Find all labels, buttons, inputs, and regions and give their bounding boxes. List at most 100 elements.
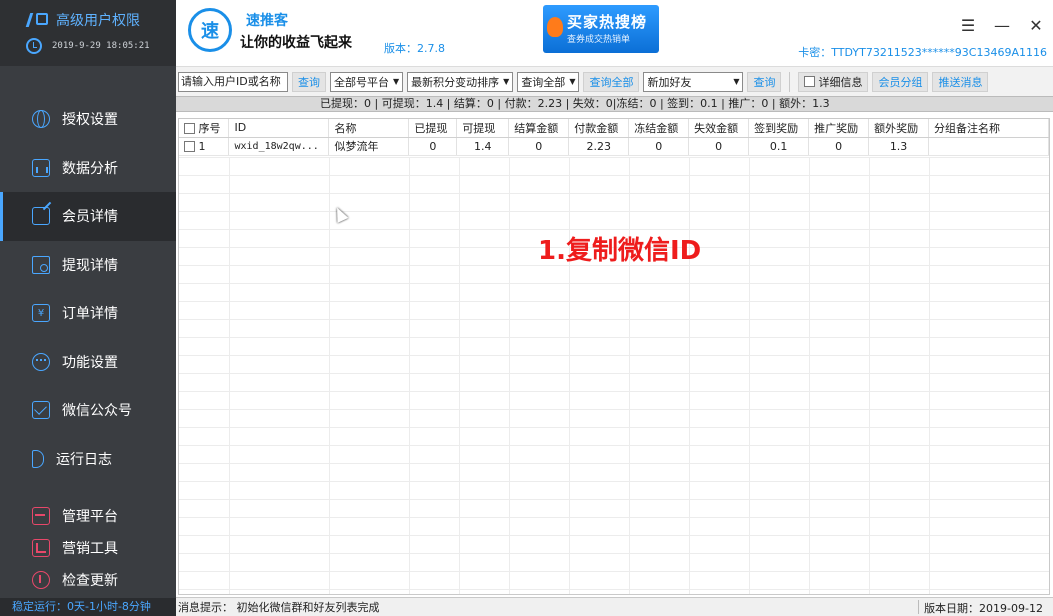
wechat-icon [32, 352, 50, 371]
query-all-button[interactable]: 查询全部 [583, 71, 640, 92]
row-settled[interactable]: 0 [508, 137, 570, 156]
summary-bar: 已提现：0 | 可提现：1.4 | 结算：0 | 付款：2.23 | 失效：0|… [176, 96, 1053, 112]
row-paid[interactable]: 2.23 [568, 137, 630, 156]
col-header-frozen[interactable]: 冻结金额 [628, 119, 690, 138]
globe-icon [32, 110, 50, 129]
member-table[interactable]: 序号 ID 名称 已提现 可提现 结算金额 付款金额 冻结金额 失效金额 签到奖… [178, 118, 1050, 595]
tools-icon [32, 539, 50, 557]
sidebar-tools: 管理平台 营销工具 检查更新 [0, 500, 176, 596]
row-withdrawable[interactable]: 1.4 [456, 137, 510, 156]
col-header-group-note[interactable]: 分组备注名称 [928, 119, 1049, 138]
col-header-promo[interactable]: 推广奖励 [808, 119, 870, 138]
col-divider [689, 157, 690, 594]
tutorial-annotation: 1.复制微信ID [538, 236, 702, 266]
col-header-index[interactable]: 序号 [179, 119, 230, 138]
col-header-settled[interactable]: 结算金额 [508, 119, 570, 138]
card-key: 卡密：TTDYT73211523******93C13469A1116 [798, 46, 1047, 59]
row-frozen[interactable]: 0 [628, 137, 690, 156]
app-logo: 速 [188, 8, 232, 52]
select-all-checkbox[interactable] [184, 122, 195, 134]
sidebar-item-settings[interactable]: 功能设置 [0, 338, 176, 387]
friend-select[interactable]: 新加好友 ▼ [643, 71, 744, 92]
sidebar-item-auth[interactable]: 授权设置 [0, 95, 176, 144]
version: 版本：2.7.8 [384, 42, 445, 55]
row-signin[interactable]: 0.1 [748, 137, 810, 156]
query-friend-button[interactable]: 查询 [747, 71, 782, 92]
sidebar-item-marketing[interactable]: 营销工具 [0, 532, 176, 564]
col-header-invalid[interactable]: 失效金额 [688, 119, 750, 138]
sidebar-item-official-account[interactable]: 微信公众号 [0, 386, 176, 435]
row-withdrawn[interactable]: 0 [408, 137, 458, 156]
minimize-icon[interactable]: — [993, 16, 1011, 35]
sidebar-item-orders[interactable]: ¥ 订单详情 [0, 289, 176, 338]
sidebar-item-withdrawals[interactable]: 提现详情 [0, 241, 176, 290]
speaker-icon [32, 449, 44, 468]
sidebar-item-label: 授权设置 [62, 112, 118, 129]
row-index: 1 [198, 139, 206, 153]
filter-select[interactable]: 查询全部 ▼ [517, 71, 580, 92]
friend-select-value: 新加好友 [647, 75, 692, 89]
slogan: 让你的收益飞起来 [240, 35, 352, 51]
push-message-button[interactable]: 推送消息 [932, 71, 989, 92]
col-header-name[interactable]: 名称 [328, 119, 410, 138]
col-divider [409, 157, 410, 594]
menu-icon[interactable]: ☰ [959, 16, 977, 35]
sidebar-item-update[interactable]: 检查更新 [0, 564, 176, 596]
row-group-note[interactable] [928, 137, 1049, 156]
sort-select[interactable]: 最新积分变动排序 ▼ [407, 71, 514, 92]
table: 序号 ID 名称 已提现 可提现 结算金额 付款金额 冻结金额 失效金额 签到奖… [179, 119, 1049, 156]
vip-icon [26, 11, 48, 29]
hot-search-banner[interactable]: 买家热搜榜 查券成交热销单 [543, 5, 659, 53]
row-invalid[interactable]: 0 [688, 137, 750, 156]
col-header-paid[interactable]: 付款金额 [568, 119, 630, 138]
close-icon[interactable]: ✕ [1027, 16, 1045, 35]
sidebar-item-members[interactable]: 会员详情 [0, 192, 176, 241]
col-divider [569, 157, 570, 594]
row-checkbox[interactable] [184, 140, 195, 152]
col-header-signin[interactable]: 签到奖励 [748, 119, 810, 138]
banner-title: 买家热搜榜 [567, 13, 648, 31]
chevron-down-icon: ▼ [393, 77, 400, 86]
sidebar-item-label: 营销工具 [62, 541, 118, 557]
col-divider [629, 157, 630, 594]
row-index-cell[interactable]: 1 [179, 137, 230, 156]
sidebar-header: 高级用户权限 2019-9-29 18:05:21 [0, 0, 176, 66]
yen-icon: ¥ [32, 304, 50, 323]
col-divider [329, 157, 330, 594]
window-controls: ☰ — ✕ [959, 16, 1045, 35]
datetime-label: 2019-9-29 18:05:21 [52, 41, 150, 51]
chevron-down-icon: ▼ [569, 77, 576, 86]
member-group-button[interactable]: 会员分组 [872, 71, 929, 92]
sidebar-item-label: 管理平台 [62, 509, 118, 525]
sidebar-item-platform[interactable]: 管理平台 [0, 500, 176, 532]
col-header-withdrawable[interactable]: 可提现 [456, 119, 510, 138]
col-header-withdrawn[interactable]: 已提现 [408, 119, 458, 138]
banner-subtitle: 查券成交热销单 [567, 35, 631, 45]
sidebar-item-label: 提现详情 [62, 257, 118, 274]
col-header-id[interactable]: ID [228, 119, 330, 138]
platform-icon [32, 507, 50, 525]
sidebar-item-logs[interactable]: 运行日志 [0, 435, 176, 484]
table-row[interactable]: 1 wxid_18w2qw... 似梦流年 0 1.4 0 2.23 0 0 0… [179, 137, 1049, 156]
row-promo[interactable]: 0 [808, 137, 870, 156]
chevron-down-icon: ▼ [733, 77, 740, 86]
table-header-row: 序号 ID 名称 已提现 可提现 结算金额 付款金额 冻结金额 失效金额 签到奖… [179, 119, 1049, 138]
row-name[interactable]: 似梦流年 [328, 137, 410, 156]
sidebar-item-label: 检查更新 [62, 573, 118, 589]
search-input[interactable] [178, 71, 288, 92]
brand-label: 高级用户权限 [56, 13, 140, 29]
detail-checkbox[interactable]: 详细信息 [798, 71, 869, 92]
checkbox-icon [804, 76, 816, 87]
sidebar-item-label: 微信公众号 [62, 403, 132, 420]
row-id[interactable]: wxid_18w2qw... [228, 137, 330, 156]
sidebar-item-label: 数据分析 [62, 160, 118, 177]
status-bar: 消息提示： 初始化微信群和好友列表完成 版本日期：2019-09-12 [176, 597, 1053, 616]
platform-select[interactable]: 全部号平台 ▼ [330, 71, 404, 92]
sort-select-value: 最新积分变动排序 [411, 75, 500, 89]
query-button[interactable]: 查询 [292, 71, 326, 92]
row-extra[interactable]: 1.3 [868, 137, 930, 156]
sidebar-item-analysis[interactable]: 数据分析 [0, 144, 176, 193]
clock-icon [26, 38, 42, 54]
col-header-extra[interactable]: 额外奖励 [868, 119, 930, 138]
flame-icon [547, 17, 563, 37]
